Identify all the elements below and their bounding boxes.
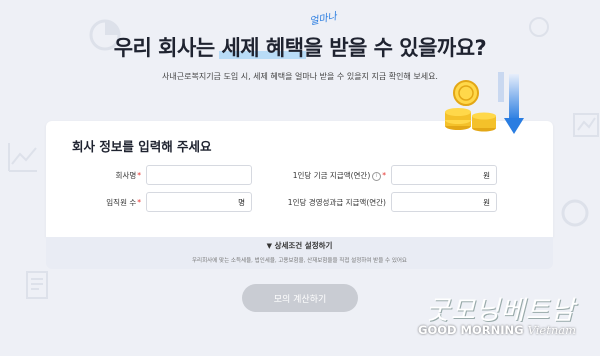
bg-doc-icon [24, 270, 50, 300]
title-part-1: 우리 회사는 [113, 36, 222, 60]
detail-settings-toggle[interactable]: ▼ 상세조건 설정하기 [46, 240, 553, 251]
bg-bar-chart-icon [6, 140, 40, 174]
title-scribble: 얼마나 [308, 11, 338, 28]
company-name-label: 회사명* [115, 171, 141, 180]
fund-label: 1인당 기금 지급액(연간) i * [292, 171, 386, 181]
watermark-english: GOOD MORNING Vietnam [418, 323, 576, 337]
detail-settings-panel: ▼ 상세조건 설정하기 우리회사에 맞는 소득세율, 법인세율, 고용보험율, … [46, 237, 553, 269]
employees-field[interactable]: 명 [146, 192, 252, 212]
detail-toggle-label: 상세조건 설정하기 [274, 241, 333, 250]
form-title: 회사 정보를 입력해 주세요 [72, 139, 212, 154]
required-mark: * [137, 198, 141, 207]
company-name-field[interactable] [146, 165, 252, 185]
info-icon[interactable]: i [372, 171, 382, 181]
required-mark: * [137, 171, 141, 180]
down-arrow-illustration-icon [498, 70, 530, 138]
simulate-calculation-button[interactable]: 모의 계산하기 [242, 284, 358, 312]
bg-line-chart-icon [572, 110, 600, 144]
employees-label: 임직원 수* [106, 198, 141, 207]
page-title: 우리 회사는 세제 혜택을 받을 수 있을까요? [0, 32, 600, 62]
fund-amount-field[interactable]: 원 [391, 165, 497, 185]
employees-unit: 명 [238, 197, 245, 207]
bonus-label: 1인당 경영성과급 지급액(연간) [287, 198, 386, 207]
title-part-2: 을 받을 수 있을까요? [303, 36, 487, 60]
bg-pie-icon-right [560, 198, 590, 228]
title-highlight: 세제 혜택 [221, 36, 304, 60]
required-mark: * [382, 171, 386, 180]
watermark-logo: 굿모닝베트남 GOOD MORNING Vietnam [418, 290, 588, 350]
bonus-amount-field[interactable]: 원 [391, 192, 497, 212]
coins-illustration-icon [438, 76, 498, 132]
company-info-card: 회사 정보를 입력해 주세요 회사명* 임직원 수* 명 1인당 기금 지급액(… [46, 121, 553, 237]
bonus-unit: 원 [483, 197, 490, 207]
watermark-korean: 굿모닝베트남 [426, 296, 576, 326]
chevron-down-icon: ▼ [266, 242, 272, 250]
fund-unit: 원 [483, 170, 490, 180]
detail-note: 우리회사에 맞는 소득세율, 법인세율, 고용보험율, 산재보험율을 직접 설정… [191, 258, 407, 264]
